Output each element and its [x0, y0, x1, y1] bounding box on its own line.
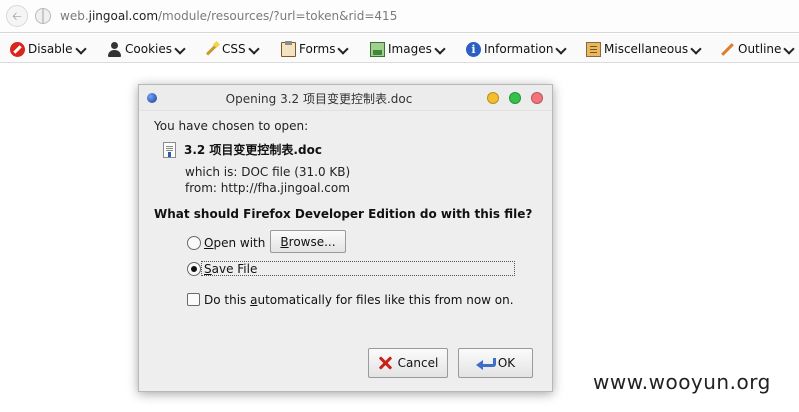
toolbar-item-label: Miscellaneous — [604, 42, 689, 56]
chevron-down-icon — [175, 44, 185, 54]
chevron-down-icon — [691, 44, 701, 54]
auto-action-checkbox[interactable] — [187, 293, 200, 306]
back-button[interactable]: 🡠 — [6, 5, 28, 27]
outline-icon — [720, 42, 735, 57]
toolbar-item-label: Cookies — [125, 42, 172, 56]
watermark: www.wooyun.org — [593, 370, 771, 394]
chevron-down-icon — [556, 44, 566, 54]
toolbar-item-label: Disable — [28, 42, 73, 56]
url-prefix: web. — [60, 9, 89, 23]
toolbar-item-label: Images — [388, 42, 432, 56]
download-dialog: Opening 3.2 项目变更控制表.doc You have chosen … — [138, 84, 553, 392]
firefox-icon — [147, 93, 157, 103]
dialog-titlebar[interactable]: Opening 3.2 项目变更控制表.doc — [139, 85, 552, 111]
file-type-line: which is: DOC file (31.0 KB) — [185, 165, 350, 179]
css-icon — [204, 42, 219, 57]
toolbar-item-label: Outline — [738, 42, 782, 56]
ok-label: OK — [497, 356, 516, 370]
label-rest: ave File — [211, 262, 258, 276]
action-question: What should Firefox Developer Edition do… — [154, 207, 533, 221]
open-with-label[interactable]: Open with — [204, 236, 265, 250]
cookies-icon — [107, 41, 122, 57]
file-source-line: from: http://fha.jingoal.com — [185, 181, 350, 195]
url-bar: 🡠 web.jingoal.com/module/resources/?url=… — [0, 0, 799, 33]
open-with-radio[interactable] — [187, 236, 201, 250]
cancel-label: Cancel — [397, 356, 439, 370]
url-field[interactable]: web.jingoal.com/module/resources/?url=to… — [60, 9, 397, 23]
images-icon — [370, 41, 385, 57]
web-developer-toolbar: Disable Cookies CSS Forms Images Informa… — [0, 34, 799, 63]
save-file-radio[interactable] — [187, 262, 201, 276]
globe-icon — [35, 8, 51, 24]
toolbar-images-menu[interactable]: Images — [370, 40, 445, 58]
disable-icon — [10, 41, 25, 57]
browse-button[interactable]: Browse... — [270, 230, 346, 253]
toolbar-item-label: CSS — [222, 42, 246, 56]
auto-action-label[interactable]: Do this automatically for files like thi… — [204, 293, 514, 307]
access-key: B — [280, 234, 289, 249]
close-button[interactable] — [531, 92, 543, 104]
chosen-text: You have chosen to open: — [154, 119, 309, 133]
toolbar-item-label: Forms — [299, 42, 336, 56]
chevron-down-icon — [249, 44, 259, 54]
from-label: from: — [185, 181, 217, 195]
dialog-title: Opening 3.2 项目变更控制表.doc — [225, 92, 413, 106]
url-domain: jingoal.com — [88, 9, 159, 23]
maximize-button[interactable] — [509, 92, 521, 104]
document-icon — [163, 142, 176, 158]
from-value: http://fha.jingoal.com — [220, 181, 350, 195]
toolbar-information-menu[interactable]: Information — [466, 40, 566, 58]
label-rest: utomatically for files like this from no… — [257, 293, 514, 307]
label-prefix: Do this — [204, 293, 251, 307]
url-path: /module/resources/?url=token&rid=415 — [158, 9, 398, 23]
chevron-down-icon — [338, 44, 348, 54]
toolbar-css-menu[interactable]: CSS — [204, 40, 259, 58]
access-key: S — [204, 262, 212, 276]
file-name: 3.2 项目变更控制表.doc — [184, 143, 322, 157]
toolbar-forms-menu[interactable]: Forms — [281, 40, 348, 58]
file-type-value: DOC file (31.0 KB) — [241, 165, 351, 179]
chevron-down-icon — [435, 44, 445, 54]
label-rest: rowse... — [288, 234, 336, 249]
miscellaneous-icon — [586, 41, 601, 57]
which-is-label: which is: — [185, 165, 238, 179]
label-rest: pen with — [213, 236, 266, 250]
toolbar-miscellaneous-menu[interactable]: Miscellaneous — [586, 40, 701, 58]
cancel-icon — [378, 356, 392, 370]
enter-arrow-icon — [475, 356, 496, 370]
save-file-label[interactable]: Save File — [204, 262, 257, 276]
toolbar-cookies-menu[interactable]: Cookies — [107, 40, 185, 58]
minimize-button[interactable] — [487, 92, 499, 104]
toolbar-outline-menu[interactable]: Outline — [720, 40, 794, 58]
ok-button[interactable]: OK — [458, 348, 533, 378]
chevron-down-icon — [784, 44, 794, 54]
information-icon — [466, 41, 481, 57]
toolbar-disable-menu[interactable]: Disable — [10, 40, 86, 58]
forms-icon — [281, 40, 296, 57]
chevron-down-icon — [76, 44, 86, 54]
toolbar-item-label: Information — [484, 42, 554, 56]
cancel-button[interactable]: Cancel — [368, 348, 448, 378]
